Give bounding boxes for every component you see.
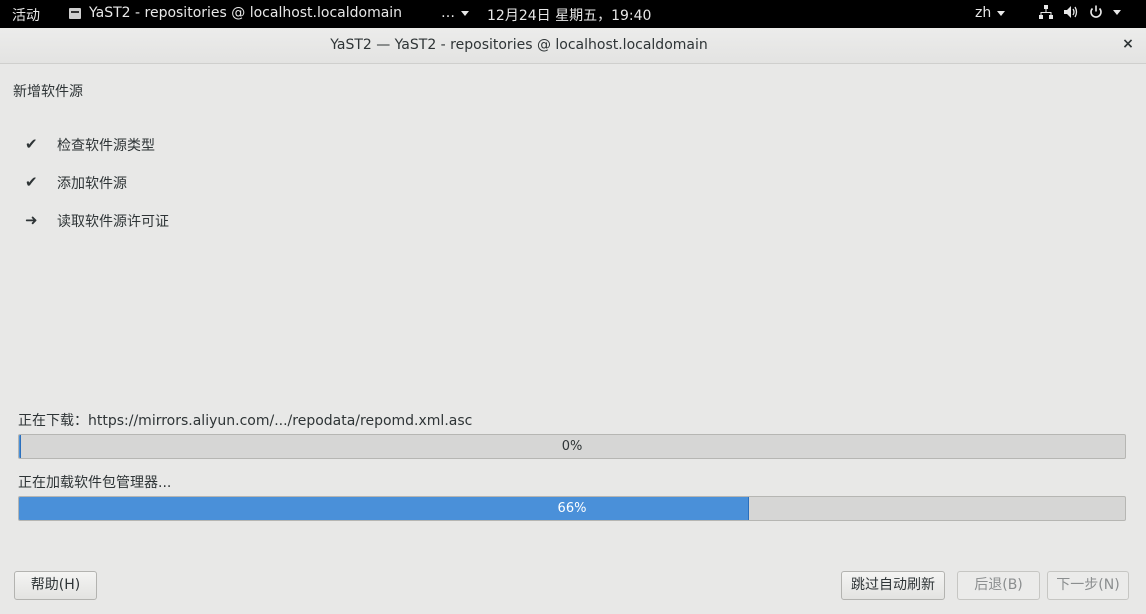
step-label: 读取软件源许可证 xyxy=(57,214,169,230)
package-manager-progress-text: 66% xyxy=(557,501,587,516)
activities-button[interactable]: 活动 xyxy=(12,5,40,25)
download-progress-bar: 0% xyxy=(18,434,1126,459)
package-manager-status-label: 正在加载软件包管理器... xyxy=(18,475,172,491)
app-menu-title: YaST2 - repositories @ localhost.localdo… xyxy=(89,5,403,21)
step-item: ✔ 添加软件源 xyxy=(25,173,169,211)
more-label: … xyxy=(441,5,455,21)
chevron-down-icon xyxy=(997,10,1006,16)
package-manager-progress-bar: 66% xyxy=(18,496,1126,521)
language-label: zh xyxy=(975,5,992,21)
step-item: ✔ 检查软件源类型 xyxy=(25,135,169,173)
power-icon xyxy=(1088,4,1104,20)
clock[interactable]: 12月24日 星期五，19:40 xyxy=(487,5,651,25)
arrow-right-icon: ➜ xyxy=(25,211,38,229)
back-button[interactable]: 后退(B) xyxy=(957,571,1040,600)
volume-icon xyxy=(1063,4,1079,20)
download-progress-text: 0% xyxy=(561,439,583,454)
chevron-down-icon xyxy=(461,10,469,16)
step-item: ➜ 读取软件源许可证 xyxy=(25,211,169,249)
dialog-content: 新增软件源 ✔ 检查软件源类型 ✔ 添加软件源 ➜ 读取软件源许可证 正在下载：… xyxy=(0,65,1146,614)
step-label: 添加软件源 xyxy=(57,176,127,192)
top-bar: 活动 YaST2 - repositories @ localhost.loca… xyxy=(0,0,1146,28)
close-button[interactable]: × xyxy=(1120,36,1136,52)
help-button[interactable]: 帮助(H) xyxy=(14,571,97,600)
more-menu[interactable]: … xyxy=(441,5,469,21)
network-icon xyxy=(1038,4,1054,20)
step-list: ✔ 检查软件源类型 ✔ 添加软件源 ➜ 读取软件源许可证 xyxy=(25,135,169,249)
window-titlebar[interactable]: YaST2 — YaST2 - repositories @ localhost… xyxy=(0,28,1146,64)
yast-app-icon xyxy=(69,7,81,19)
language-selector[interactable]: zh xyxy=(975,5,1006,21)
app-menu[interactable]: YaST2 - repositories @ localhost.localdo… xyxy=(69,5,402,21)
step-label: 检查软件源类型 xyxy=(57,138,155,154)
chevron-down-icon xyxy=(1113,9,1121,15)
checkmark-icon: ✔ xyxy=(25,173,38,191)
download-status-label: 正在下载：https://mirrors.aliyun.com/.../repo… xyxy=(18,413,473,429)
next-button[interactable]: 下一步(N) xyxy=(1047,571,1129,600)
dialog-heading: 新增软件源 xyxy=(13,84,83,100)
skip-auto-refresh-button[interactable]: 跳过自动刷新 xyxy=(841,571,945,600)
window-title: YaST2 — YaST2 - repositories @ localhost… xyxy=(330,37,708,53)
checkmark-icon: ✔ xyxy=(25,135,38,153)
system-menu[interactable] xyxy=(1038,4,1121,20)
